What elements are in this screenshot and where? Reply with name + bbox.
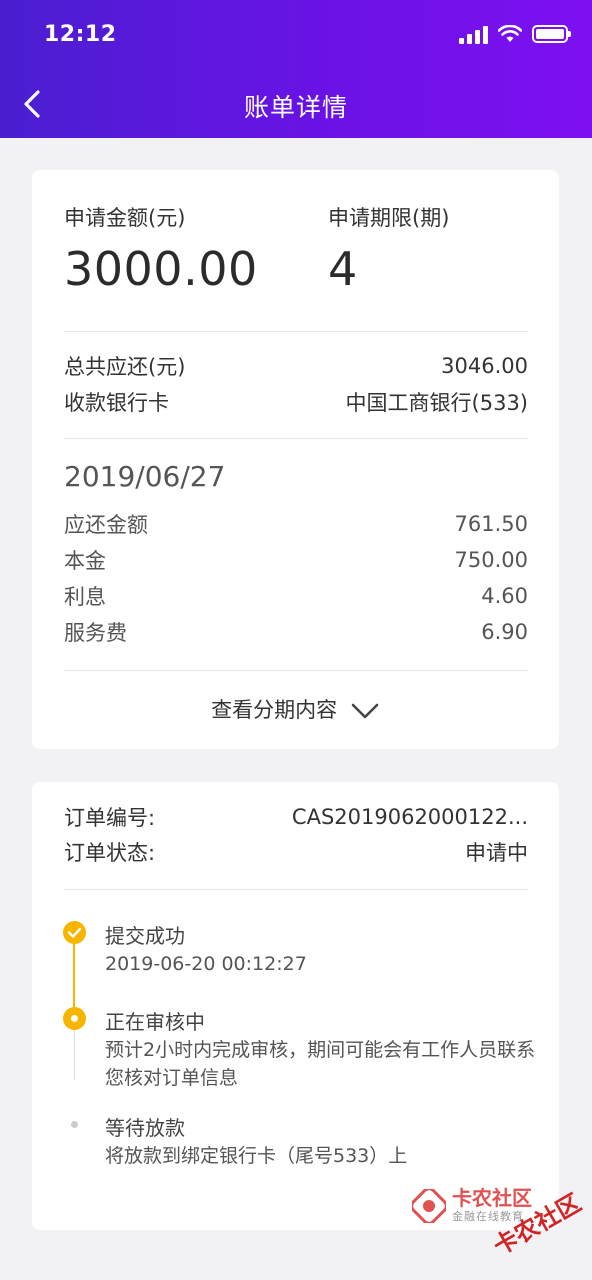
timeline-step-desc: 将放款到绑定银行卡（尾号533）上 [105, 1145, 408, 1167]
check-icon [63, 921, 86, 944]
apply-term-label: 申请期限(期) [328, 206, 450, 230]
timeline-step-title: 等待放款 [105, 1116, 185, 1140]
pending-dot-icon [71, 1121, 78, 1128]
bank-label: 收款银行卡 [64, 391, 169, 415]
page-title: 账单详情 [243, 93, 348, 122]
divider [64, 889, 528, 890]
chevron-down-icon [351, 703, 379, 719]
timeline-step-title: 提交成功 [105, 924, 185, 948]
installment-row: 服务费 6.90 [64, 617, 528, 647]
apply-amount-value: 3000.00 [64, 242, 258, 296]
installment-row: 本金 750.00 [64, 545, 528, 575]
wifi-icon [498, 25, 522, 42]
divider [64, 670, 528, 671]
battery-icon [532, 25, 571, 43]
kanong-logo-icon [412, 1189, 446, 1223]
order-status-row: 订单状态: 申请中 [64, 837, 528, 867]
installment-row-value: 6.90 [481, 620, 528, 644]
status-time: 12:12 [44, 22, 117, 47]
order-status-value: 申请中 [465, 841, 528, 865]
order-number-row: 订单编号: CAS2019062000122... [64, 802, 528, 832]
installment-row-label: 服务费 [64, 621, 127, 645]
total-label: 总共应还(元) [64, 355, 186, 379]
installment-row: 应还金额 761.50 [64, 509, 528, 539]
order-status-label: 订单状态: [64, 841, 156, 865]
bank-row: 收款银行卡 中国工商银行(533) [64, 387, 528, 417]
bank-value: 中国工商银行(533) [345, 391, 528, 415]
in-progress-icon [63, 1007, 86, 1030]
timeline-step-desc: 预计2小时内完成审核，期间可能会有工作人员联系您核对订单信息 [105, 1039, 536, 1089]
installment-row-label: 应还金额 [64, 513, 148, 537]
timeline-line [74, 1030, 75, 1080]
total-value: 3046.00 [441, 354, 528, 378]
watermark-brand: 卡农社区 [452, 1186, 532, 1210]
order-card: 订单编号: CAS2019062000122... 订单状态: 申请中 提交成功… [32, 782, 559, 1230]
view-installments-label: 查看分期内容 [211, 698, 338, 722]
bill-summary-card: 申请金额(元) 3000.00 申请期限(期) 4 总共应还(元) 3046.0… [32, 170, 559, 749]
divider [64, 438, 528, 439]
total-row: 总共应还(元) 3046.00 [64, 351, 528, 381]
apply-term-value: 4 [328, 242, 358, 296]
app-header: 12:12 账单详情 [0, 0, 592, 138]
apply-amount-label: 申请金额(元) [64, 206, 186, 230]
installment-row-value: 761.50 [454, 512, 528, 536]
timeline-step-title: 正在审核中 [105, 1010, 205, 1034]
order-number-label: 订单编号: [64, 806, 156, 830]
installment-row-label: 本金 [64, 549, 106, 573]
order-number-value: CAS2019062000122... [291, 805, 528, 829]
cellular-signal-icon [459, 24, 488, 44]
view-installments-button[interactable]: 查看分期内容 [32, 694, 559, 724]
installment-row-value: 4.60 [481, 584, 528, 608]
status-icons [459, 24, 571, 44]
installment-date: 2019/06/27 [64, 460, 226, 493]
timeline-step-desc: 2019-06-20 00:12:27 [105, 953, 307, 975]
divider [64, 331, 528, 332]
installment-row: 利息 4.60 [64, 581, 528, 611]
installment-row-value: 750.00 [454, 548, 528, 572]
installment-row-label: 利息 [64, 585, 106, 609]
